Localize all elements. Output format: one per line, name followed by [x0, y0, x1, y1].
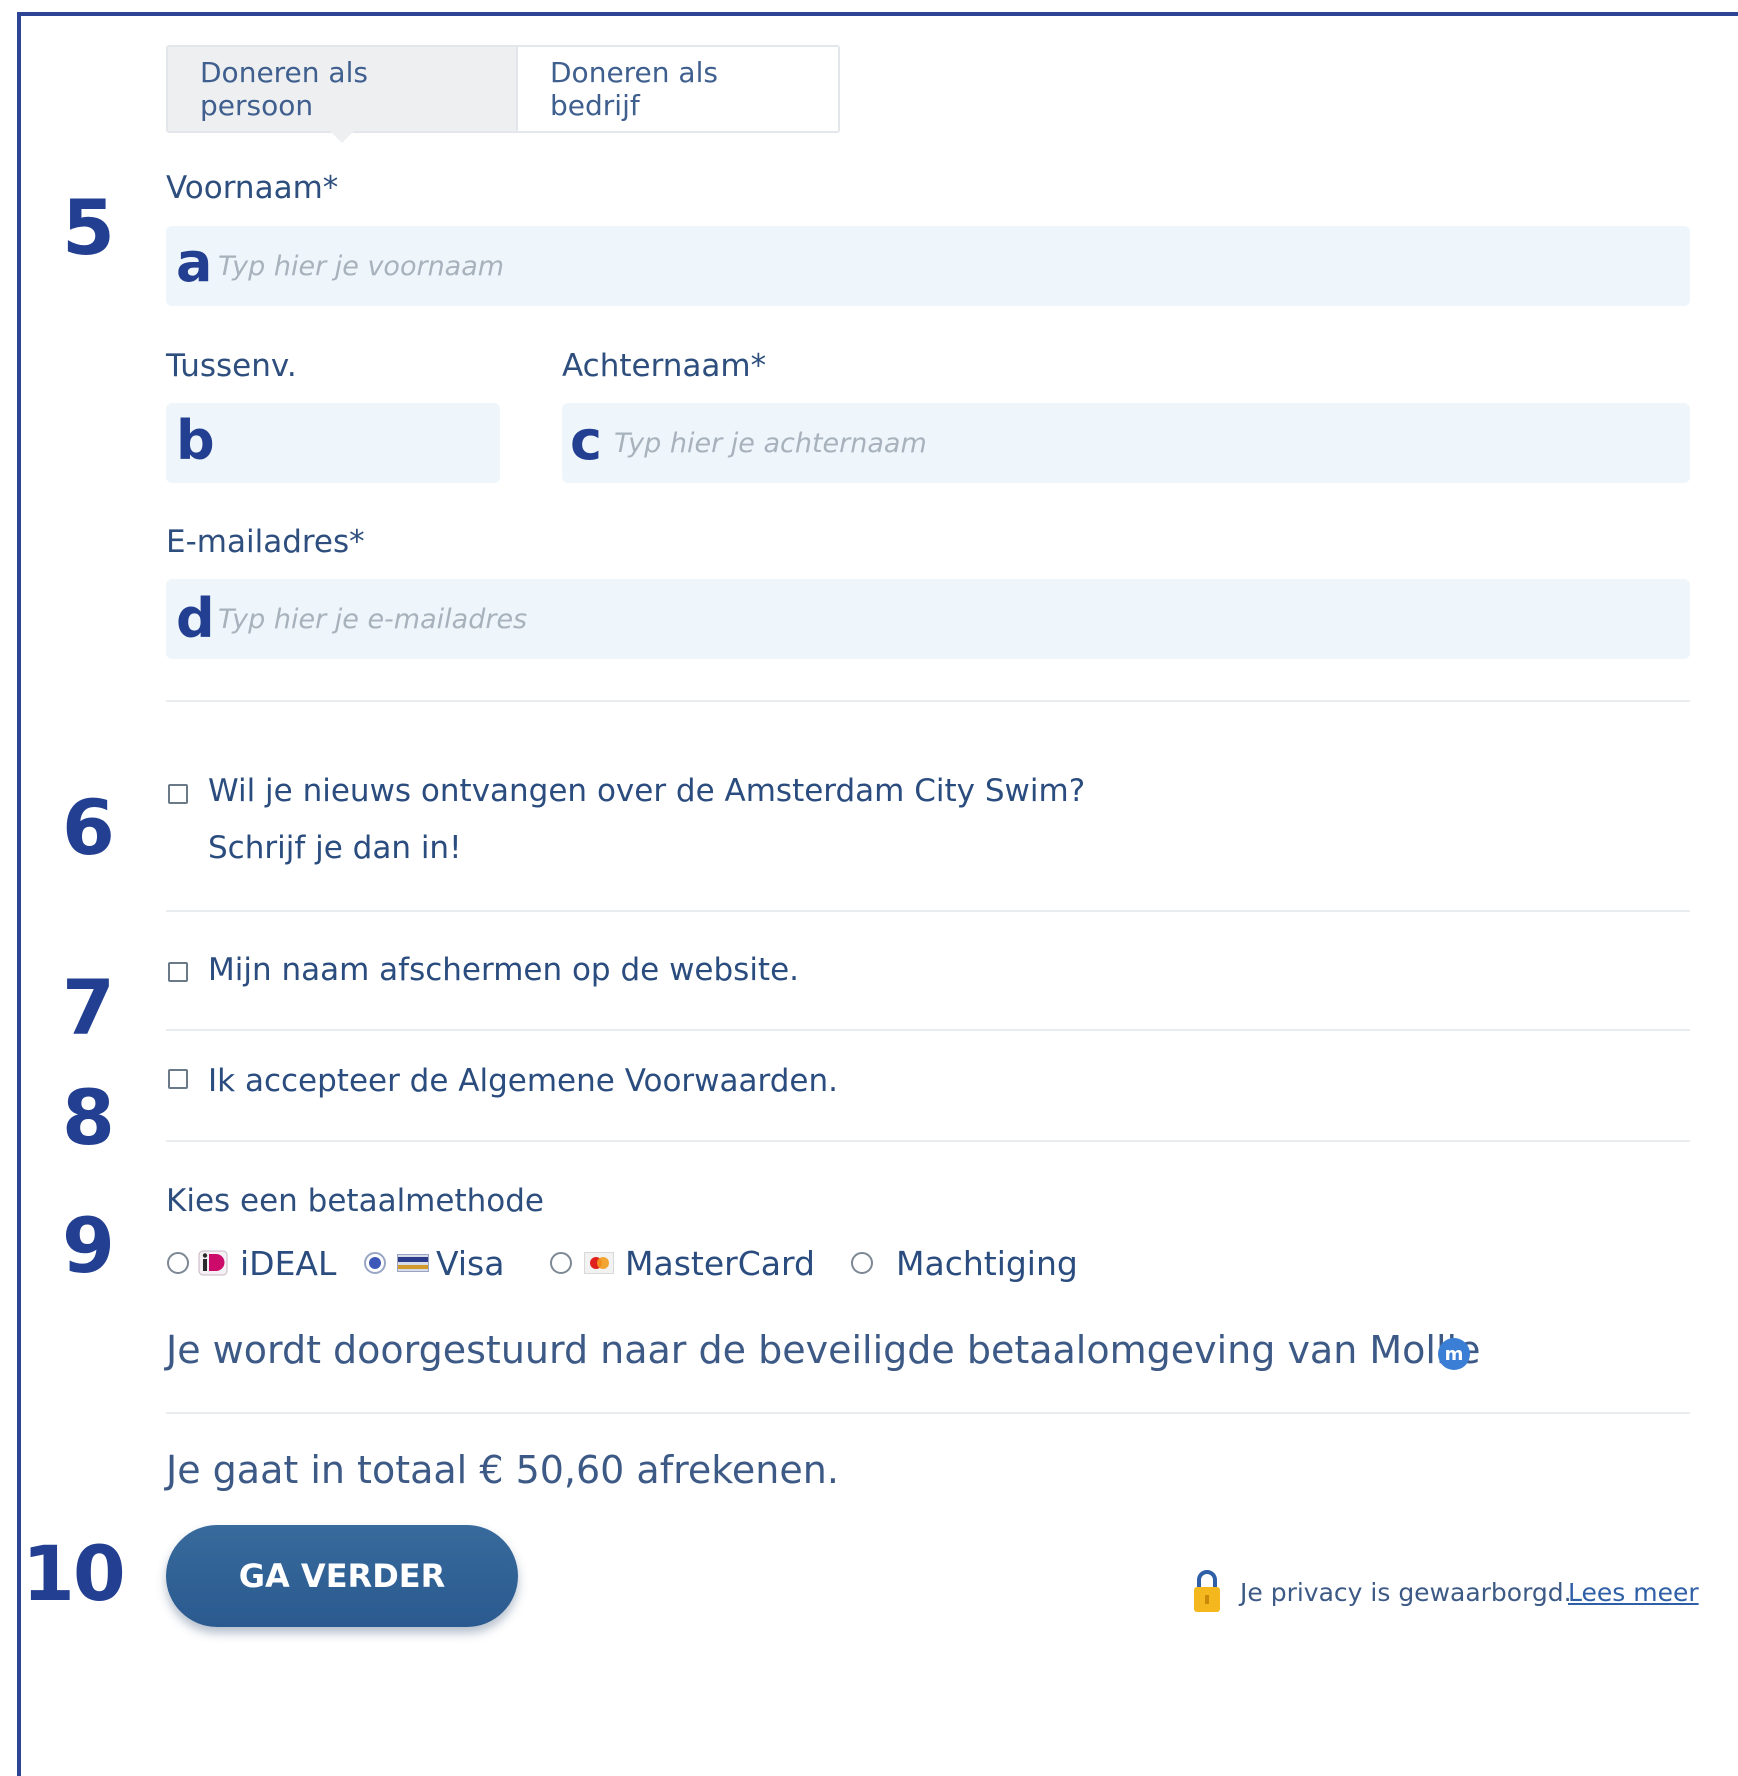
- anonymous-name-checkbox[interactable]: [168, 962, 188, 982]
- voornaam-label: Voornaam*: [166, 170, 339, 206]
- terms-checkbox[interactable]: [168, 1069, 188, 1089]
- divider: [166, 700, 1690, 702]
- anonymous-name-label[interactable]: Mijn naam afschermen op de website.: [208, 942, 799, 999]
- annotation-number-5: 5: [62, 183, 115, 272]
- annotation-number-10: 10: [22, 1529, 126, 1618]
- donor-type-tabs: Doneren als persoon Doneren als bedrijf: [166, 45, 840, 143]
- mollie-redirect-text: Je wordt doorgestuurd naar de beveiligde…: [166, 1328, 1481, 1372]
- annotation-number-7: 7: [62, 963, 115, 1052]
- annotation-letter-b: b: [176, 409, 215, 472]
- newsletter-label-line2[interactable]: Schrijf je dan in!: [208, 820, 462, 877]
- ideal-label[interactable]: iDEAL: [240, 1244, 336, 1283]
- divider: [166, 1140, 1690, 1142]
- tussenvoegsel-input[interactable]: [166, 403, 500, 483]
- annotation-number-9: 9: [62, 1201, 115, 1290]
- ga-verder-button[interactable]: GA VERDER: [166, 1525, 518, 1627]
- annotation-number-6: 6: [62, 783, 115, 872]
- mastercard-radio[interactable]: [550, 1252, 572, 1274]
- mastercard-label[interactable]: MasterCard: [625, 1244, 815, 1283]
- mollie-icon: m: [1438, 1338, 1470, 1370]
- machtiging-radio[interactable]: [851, 1252, 873, 1274]
- tab-doneren-als-persoon[interactable]: Doneren als persoon: [168, 47, 516, 143]
- privacy-read-more-link[interactable]: Lees meer: [1568, 1578, 1699, 1607]
- divider: [166, 910, 1690, 912]
- machtiging-label[interactable]: Machtiging: [896, 1244, 1078, 1283]
- annotation-letter-d: d: [176, 587, 215, 650]
- visa-radio[interactable]: [364, 1252, 386, 1274]
- privacy-text: Je privacy is gewaarborgd.: [1240, 1578, 1572, 1607]
- tab-doneren-als-bedrijf[interactable]: Doneren als bedrijf: [516, 47, 838, 131]
- lock-icon: [1194, 1570, 1220, 1612]
- divider: [166, 1412, 1690, 1414]
- email-label: E-mailadres*: [166, 524, 365, 560]
- ideal-icon: [198, 1250, 228, 1276]
- divider: [166, 1029, 1690, 1031]
- total-amount-text: Je gaat in totaal € 50,60 afrekenen.: [166, 1448, 839, 1492]
- ideal-radio[interactable]: [167, 1252, 189, 1274]
- email-input[interactable]: [166, 579, 1690, 659]
- annotation-letter-c: c: [570, 409, 603, 472]
- newsletter-label-line1[interactable]: Wil je nieuws ontvangen over de Amsterda…: [208, 763, 1085, 820]
- annotation-letter-a: a: [176, 231, 213, 294]
- terms-label[interactable]: Ik accepteer de Algemene Voorwaarden.: [208, 1053, 838, 1110]
- voornaam-input[interactable]: [166, 226, 1690, 306]
- tussenvoegsel-label: Tussenv.: [166, 348, 297, 384]
- annotation-number-8: 8: [62, 1073, 115, 1162]
- payment-method-title: Kies een betaalmethode: [166, 1183, 544, 1219]
- visa-label[interactable]: Visa: [436, 1244, 504, 1283]
- achternaam-label: Achternaam*: [562, 348, 767, 384]
- achternaam-input[interactable]: [562, 403, 1690, 483]
- newsletter-checkbox[interactable]: [168, 784, 188, 804]
- mastercard-icon: [584, 1252, 614, 1274]
- visa-card-icon: [397, 1254, 429, 1272]
